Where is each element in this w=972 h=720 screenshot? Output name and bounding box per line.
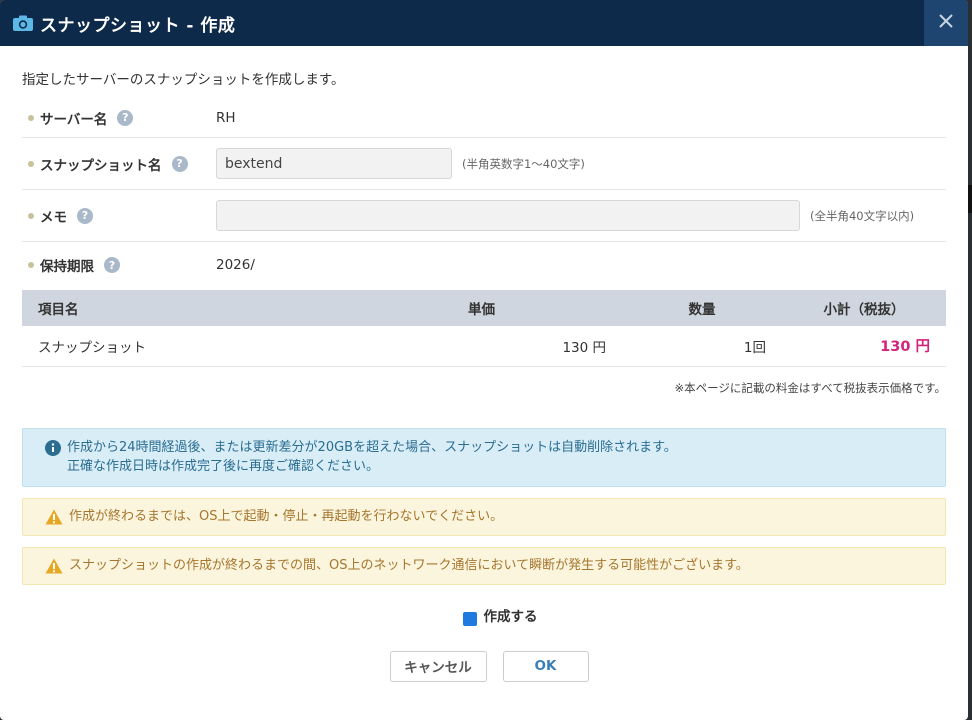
snapshot-name-hint: (半角英数字1～40文字) xyxy=(462,156,585,171)
row-subtotal: 130 円 xyxy=(782,326,946,367)
retention-label: 保持期限 xyxy=(40,259,94,275)
form-row-retention: 保持期限 ? 2026/ xyxy=(22,242,946,288)
row-unit-price: 130 円 xyxy=(452,326,622,367)
confirm-create-checkbox[interactable] xyxy=(462,611,477,626)
dialog-title: スナップショット - 作成 xyxy=(40,15,236,36)
confirm-create-label[interactable]: 作成する xyxy=(484,605,538,625)
cancel-button[interactable]: キャンセル xyxy=(389,650,487,682)
server-name-value: RH xyxy=(216,109,236,126)
retention-value: 2026/ xyxy=(216,257,255,273)
help-icon[interactable]: ? xyxy=(104,257,120,273)
memo-hint: (全半角40文字以内) xyxy=(810,208,915,223)
snapshot-name-label: スナップショット名 xyxy=(40,157,162,174)
server-name-label-group: サーバー名 ? xyxy=(28,108,216,128)
bullet-dot xyxy=(28,160,34,167)
close-icon xyxy=(938,13,954,33)
memo-input[interactable] xyxy=(216,200,800,231)
info-icon xyxy=(45,438,61,456)
snapshot-name-label-group: スナップショット名 ? xyxy=(28,154,216,174)
warning-alert-os: 作成が終わるまでは、OS上で起動・停止・再起動を行わないでください。 xyxy=(22,497,946,536)
dialog-titlebar: スナップショット - 作成 xyxy=(0,0,968,46)
warning-alert-network: スナップショットの作成が終わるまでの間、OS上のネットワーク通信において瞬断が発… xyxy=(22,546,946,585)
row-quantity: 1回 xyxy=(622,326,782,367)
row-item: スナップショット xyxy=(22,326,452,367)
header-unit-price: 単価 xyxy=(452,290,622,326)
intro-text: 指定したサーバーのスナップショットを作成します。 xyxy=(22,72,345,88)
help-icon[interactable]: ? xyxy=(171,155,188,172)
tax-note: ※本ページに記載の料金はすべて税抜表示価格です。 xyxy=(674,380,947,395)
table-row: スナップショット 130 円 1回 130 円 xyxy=(22,326,946,367)
memo-label-group: メモ ? xyxy=(28,206,216,226)
price-table: 項目名 単価 数量 小計（税抜） スナップショット 130 円 1回 130 円 xyxy=(22,290,946,367)
server-name-label: サーバー名 xyxy=(40,111,108,128)
bullet-dot xyxy=(28,262,34,268)
dialog-buttons: キャンセル OK xyxy=(22,650,946,682)
info-line-1: 作成から24時間経過後、または更新差分が20GBを超えた場合、スナップショットは… xyxy=(67,439,677,455)
snapshot-name-input[interactable] xyxy=(216,148,452,179)
camera-icon xyxy=(12,14,34,32)
form-row-memo: メモ ? (全半角40文字以内) xyxy=(22,190,946,242)
close-button[interactable] xyxy=(924,0,968,46)
info-alert: 作成から24時間経過後、または更新差分が20GBを超えた場合、スナップショットは… xyxy=(22,427,946,487)
warning-text-network: スナップショットの作成が終わるまでの間、OS上のネットワーク通信において瞬断が発… xyxy=(69,558,749,573)
header-quantity: 数量 xyxy=(622,290,782,326)
form-row-server-name: サーバー名 ? RH xyxy=(22,98,946,138)
snapshot-create-dialog: スナップショット - 作成 指定したサーバーのスナップショットを作成します。 サ… xyxy=(0,0,968,720)
dialog-body: 指定したサーバーのスナップショットを作成します。 サーバー名 ? RH スナップ… xyxy=(0,68,968,682)
memo-label: メモ xyxy=(40,209,67,226)
header-item: 項目名 xyxy=(22,290,452,326)
warning-icon xyxy=(45,558,63,574)
warning-icon xyxy=(45,509,63,525)
form-row-snapshot-name: スナップショット名 ? (半角英数字1～40文字) xyxy=(22,138,946,190)
price-table-header: 項目名 単価 数量 小計（税抜） xyxy=(22,290,946,326)
info-line-2: 正確な作成日時は作成完了後に再度ご確認ください。 xyxy=(67,458,380,474)
warning-text-os: 作成が終わるまでは、OS上で起動・停止・再起動を行わないでください。 xyxy=(69,509,504,524)
help-icon[interactable]: ? xyxy=(77,207,93,224)
header-subtotal: 小計（税抜） xyxy=(782,290,946,326)
bullet-dot xyxy=(28,212,34,219)
retention-label-group: 保持期限 ? xyxy=(28,255,216,275)
help-icon[interactable]: ? xyxy=(117,109,134,126)
bullet-dot xyxy=(28,114,34,121)
ok-button[interactable]: OK xyxy=(502,650,589,682)
confirm-create-row: 作成する xyxy=(22,604,946,626)
info-alert-text: 作成から24時間経過後、または更新差分が20GBを超えた場合、スナップショットは… xyxy=(67,438,677,476)
